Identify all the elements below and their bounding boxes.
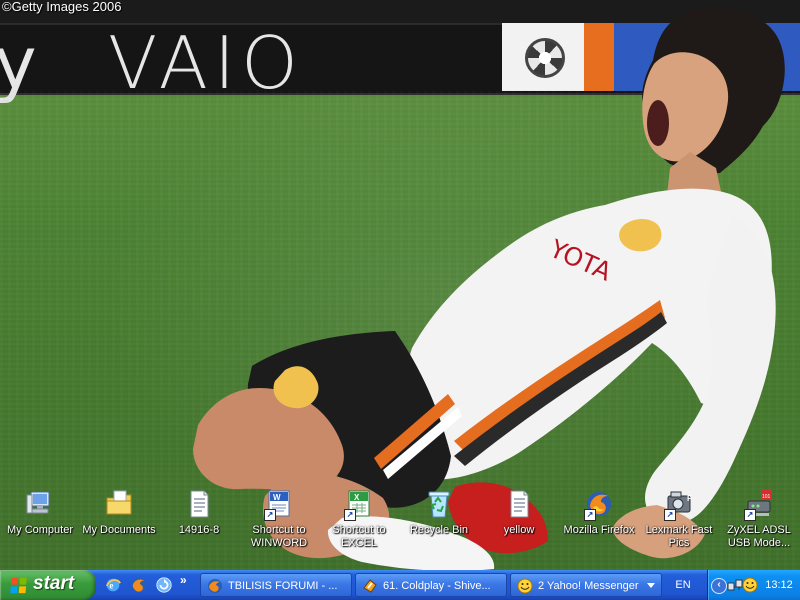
start-button[interactable]: start bbox=[0, 570, 96, 600]
desktop-icon-yellow[interactable]: yellow bbox=[479, 488, 559, 554]
language-indicator[interactable]: EN bbox=[664, 570, 702, 600]
svg-text:F: F bbox=[687, 494, 692, 503]
refresh-icon[interactable] bbox=[155, 576, 173, 594]
svg-text:W: W bbox=[273, 493, 281, 502]
taskbar-item-coldplay[interactable]: 61. Coldplay - Shive... bbox=[355, 573, 507, 597]
windows-logo-icon bbox=[10, 577, 27, 594]
quick-launch-more-button[interactable]: » bbox=[180, 573, 187, 587]
desktop-icon-label: Shortcut to EXCEL bbox=[332, 524, 386, 549]
desktop-icon-label: ZyXEL ADSL USB Mode... bbox=[727, 524, 791, 549]
recycle-bin-icon bbox=[428, 491, 450, 518]
svg-text:e: e bbox=[109, 581, 113, 591]
desktop-icon-label: Recycle Bin bbox=[409, 524, 469, 536]
svg-text:X: X bbox=[354, 493, 360, 502]
taskbar-item-label: 61. Coldplay - Shive... bbox=[383, 580, 491, 592]
internet-explorer-icon[interactable]: e bbox=[104, 576, 122, 594]
desktop-icon-label: My Computer bbox=[6, 524, 74, 536]
my-documents-icon bbox=[106, 490, 132, 515]
desktop-icon-my-documents[interactable]: My Documents bbox=[79, 488, 159, 554]
system-clock[interactable]: 13:12 bbox=[759, 570, 799, 600]
desktop-icon-mozilla-firefox[interactable]: ↗ Mozilla Firefox bbox=[559, 488, 639, 554]
desktop-icon-recycle-bin[interactable]: Recycle Bin bbox=[399, 488, 479, 554]
svg-text:101: 101 bbox=[762, 494, 771, 500]
my-computer-icon bbox=[26, 491, 50, 514]
shortcut-arrow-icon: ↗ bbox=[664, 509, 676, 521]
desktop-icon-label: 14916-8 bbox=[178, 524, 220, 536]
desktop-icon-label: yellow bbox=[503, 524, 535, 536]
yahoo-messenger-icon[interactable] bbox=[742, 577, 758, 593]
firefox-icon[interactable] bbox=[130, 576, 148, 594]
desktop-wallpaper: y VAIO ©Getty Images 2006 YOTA My Comput… bbox=[0, 0, 800, 600]
shortcut-arrow-icon: ↗ bbox=[584, 509, 596, 521]
firefox-icon bbox=[208, 579, 222, 593]
taskbar-item-label: 2 Yahoo! Messenger bbox=[538, 580, 639, 592]
shortcut-arrow-icon: ↗ bbox=[744, 509, 756, 521]
text-document-icon bbox=[190, 490, 209, 518]
taskbar-item-label: TBILISIS FORUMI - ... bbox=[228, 580, 338, 592]
task-group-dropdown-icon[interactable] bbox=[647, 583, 655, 588]
shortcut-arrow-icon: ↗ bbox=[344, 509, 356, 521]
desktop-icon-label: My Documents bbox=[82, 524, 156, 536]
text-document-icon bbox=[510, 490, 529, 518]
show-hidden-icons-button[interactable]: ‹ bbox=[711, 578, 727, 594]
taskbar: start e » TBILISIS FORUMI - ... 61. Cold… bbox=[0, 570, 800, 600]
desktop-icon-excel-shortcut[interactable]: X ↗ Shortcut to EXCEL bbox=[319, 488, 399, 554]
desktop-icon-14916-8[interactable]: 14916-8 bbox=[159, 488, 239, 554]
system-tray: ‹ 13:12 bbox=[707, 570, 800, 600]
start-label: start bbox=[33, 573, 75, 594]
taskbar-item-tbilisis-forumi[interactable]: TBILISIS FORUMI - ... bbox=[200, 573, 352, 597]
desktop-icon-label: Lexmark Fast Pics bbox=[645, 524, 713, 549]
desktop-icon-label: Shortcut to WINWORD bbox=[250, 524, 308, 549]
desktop-icon-winword-shortcut[interactable]: W ↗ Shortcut to WINWORD bbox=[239, 488, 319, 554]
quick-launch-bar: e » bbox=[104, 573, 194, 595]
desktop-icon-label: Mozilla Firefox bbox=[563, 524, 635, 536]
yahoo-messenger-icon bbox=[517, 578, 533, 594]
winamp-icon bbox=[363, 579, 377, 593]
network-icon[interactable] bbox=[727, 577, 743, 593]
desktop-icon-my-computer[interactable]: My Computer bbox=[0, 488, 80, 554]
desktop-icon-lexmark-fast-pics[interactable]: F ↗ Lexmark Fast Pics bbox=[639, 488, 719, 554]
taskbar-item-yahoo-messenger[interactable]: 2 Yahoo! Messenger bbox=[510, 573, 662, 597]
desktop-icon-zyxel-adsl[interactable]: 101 ↗ ZyXEL ADSL USB Mode... bbox=[719, 488, 799, 554]
copyright-watermark: ©Getty Images 2006 bbox=[2, 0, 122, 14]
shortcut-arrow-icon: ↗ bbox=[264, 509, 276, 521]
